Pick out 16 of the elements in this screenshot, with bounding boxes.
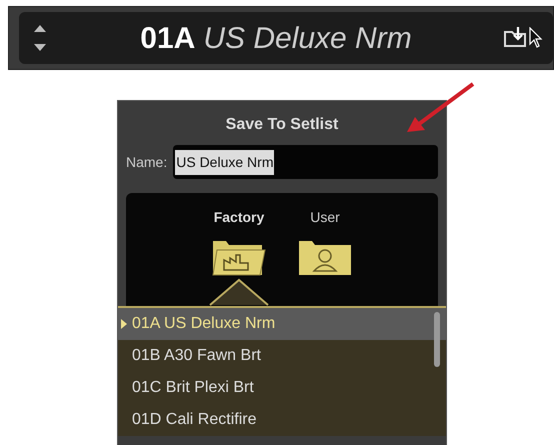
pointer-icon xyxy=(121,319,127,329)
name-field[interactable]: US Deluxe Nrm xyxy=(173,145,438,179)
factory-folder-icon xyxy=(212,238,266,276)
scrollbar[interactable] xyxy=(434,312,440,367)
setlist-row[interactable]: 01A US Deluxe Nrm xyxy=(118,308,446,340)
mouse-cursor-icon xyxy=(529,27,543,49)
preset-title: 01A US Deluxe Nrm xyxy=(139,20,413,56)
dialog-title: Save To Setlist xyxy=(224,115,340,135)
folder-tab[interactable]: User xyxy=(294,207,356,276)
folder-download-icon[interactable] xyxy=(503,26,529,50)
setlist-row[interactable]: 01B A30 Fawn Brt xyxy=(118,340,446,372)
setlist-row[interactable]: 01D Cali Rectifire xyxy=(118,404,446,436)
folder-tab[interactable]: Factory xyxy=(208,207,270,276)
setlist-row[interactable]: 01C Brit Plexi Brt xyxy=(118,372,446,404)
user-folder-icon xyxy=(298,238,352,276)
name-label: Name: xyxy=(126,152,168,172)
